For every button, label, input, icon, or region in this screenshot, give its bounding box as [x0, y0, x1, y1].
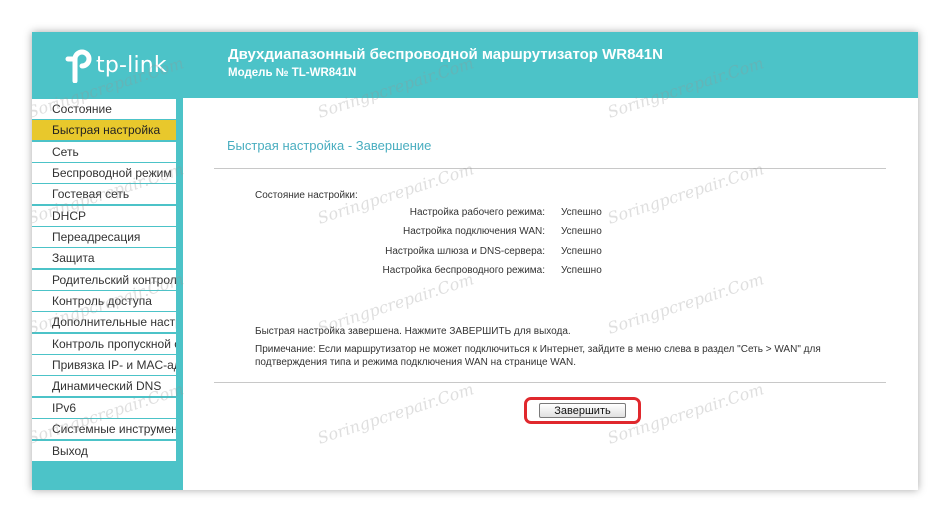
- sidebar-item[interactable]: Быстрая настройка: [32, 120, 176, 141]
- divider: [214, 168, 886, 169]
- sidebar-item[interactable]: Привязка IP- и MAC-адресов: [32, 355, 176, 376]
- completion-message: Быстрая настройка завершена. Нажмите ЗАВ…: [255, 326, 571, 337]
- router-title: Двухдиапазонный беспроводной маршрутизат…: [228, 46, 663, 63]
- logo-text: tp-link: [96, 52, 167, 78]
- sidebar-item[interactable]: Выход: [32, 440, 176, 461]
- status-heading: Состояние настройки:: [255, 190, 358, 201]
- sidebar-item[interactable]: Контроль пропускной способности: [32, 333, 176, 354]
- sidebar-item[interactable]: Динамический DNS: [32, 376, 176, 397]
- status-row-label: Настройка шлюза и DNS-сервера:: [385, 246, 545, 257]
- divider: [214, 382, 886, 383]
- sidebar-item[interactable]: Беспроводной режим: [32, 163, 176, 184]
- sidebar-item[interactable]: Гостевая сеть: [32, 184, 176, 205]
- status-row-label: Настройка беспроводного режима:: [382, 265, 545, 276]
- sidebar-item[interactable]: Родительский контроль: [32, 269, 176, 290]
- sidebar-item[interactable]: Переадресация: [32, 227, 176, 248]
- status-row: Настройка рабочего режима: Успешно: [255, 207, 855, 221]
- status-row-value: Успешно: [561, 246, 602, 257]
- header-bar: tp-link Двухдиапазонный беспроводной мар…: [32, 32, 918, 98]
- tp-link-logo-icon: [65, 49, 92, 83]
- status-row-label: Настройка подключения WAN:: [402, 226, 545, 237]
- sidebar-item[interactable]: Защита: [32, 248, 176, 269]
- status-row-value: Успешно: [561, 265, 602, 276]
- sidebar-item[interactable]: Системные инструменты: [32, 419, 176, 440]
- status-row-value: Успешно: [561, 207, 602, 218]
- status-row-value: Успешно: [561, 226, 602, 237]
- sidebar: Состояние Быстрая настройка Сеть Беспроводн…: [32, 98, 183, 490]
- finish-button[interactable]: Завершить: [539, 403, 626, 418]
- sidebar-item[interactable]: DHCP: [32, 205, 176, 226]
- sidebar-item[interactable]: Контроль доступа: [32, 291, 176, 312]
- note-text: Примечание: Если маршрутизатор не может …: [255, 344, 821, 368]
- router-admin-window: tp-link Двухдиапазонный беспроводной мар…: [32, 32, 918, 490]
- model-number: Модель № TL-WR841N: [228, 67, 357, 79]
- sidebar-menu: Состояние Быстрая настройка Сеть Беспроводн…: [32, 99, 183, 461]
- status-row: Настройка шлюза и DNS-сервера: Успешно: [255, 246, 855, 260]
- sidebar-item[interactable]: Дополнительные настройки: [32, 312, 176, 333]
- page-title: Быстрая настройка - Завершение: [227, 138, 432, 153]
- sidebar-item[interactable]: Состояние: [32, 99, 176, 119]
- tp-link-logo: tp-link: [62, 44, 167, 86]
- main-content: Быстрая настройка - Завершение Состояние…: [183, 98, 918, 490]
- status-row-label: Настройка рабочего режима:: [409, 207, 545, 218]
- sidebar-item[interactable]: Сеть: [32, 141, 176, 162]
- status-row: Настройка подключения WAN: Успешно: [255, 226, 855, 240]
- status-row: Настройка беспроводного режима: Успешно: [255, 265, 855, 279]
- sidebar-item[interactable]: IPv6: [32, 397, 176, 418]
